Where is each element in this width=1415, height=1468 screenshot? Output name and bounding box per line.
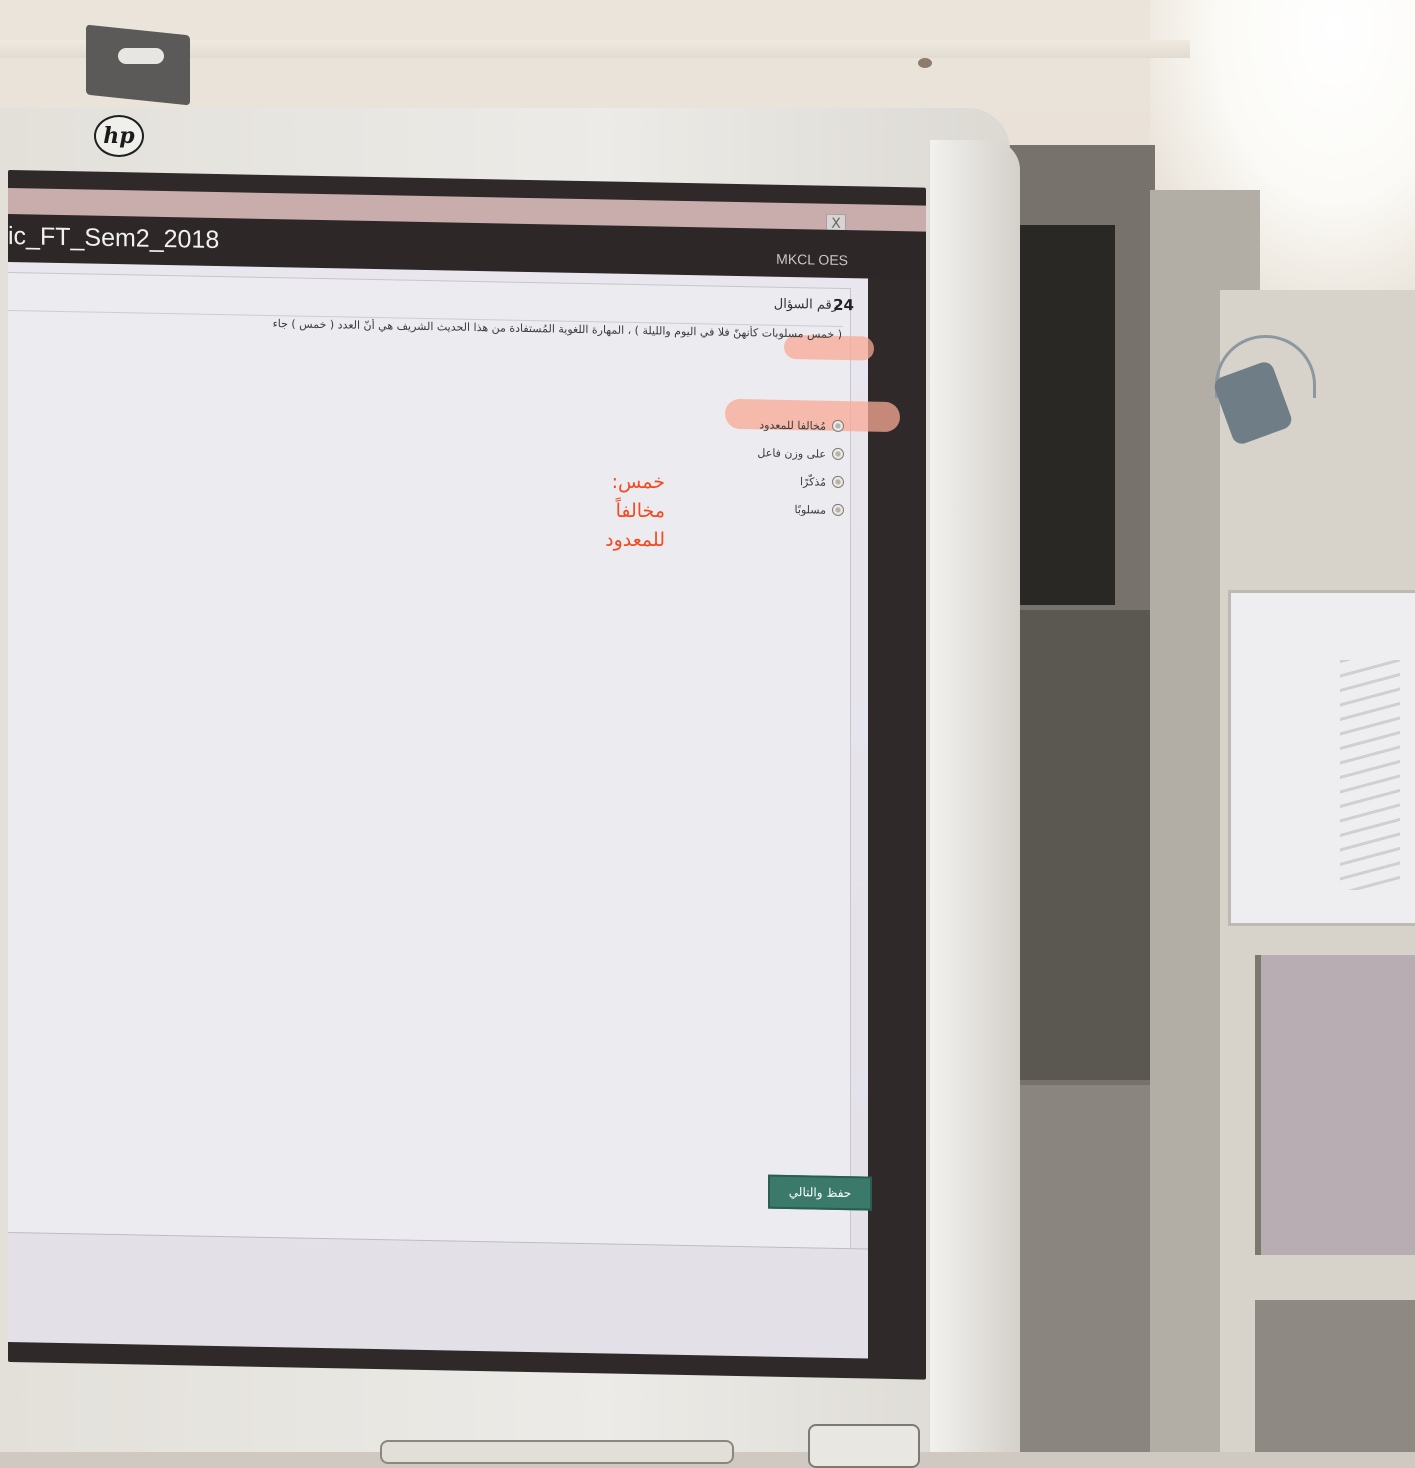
annotation-line: للمعدود (605, 529, 665, 551)
ceiling-fixture (918, 58, 932, 68)
radio-icon[interactable] (832, 419, 844, 433)
monitor-bezel-edge (930, 140, 1020, 1452)
annotation-line: خمس: (611, 471, 665, 493)
monitor-power-button[interactable] (808, 1424, 920, 1468)
exam-title: ic_FT_Sem2_2018 (8, 222, 220, 255)
monitor-screen: X ic_FT_Sem2_2018 MKCL OES رقم السؤال 24… (8, 170, 926, 1380)
whiteboard-writing (1340, 660, 1400, 890)
brand-label: MKCL OES (776, 250, 848, 269)
answer-option-label: مُخالفا للمعدود (759, 417, 826, 433)
answer-option[interactable]: على وزن فاعل (757, 438, 844, 468)
radio-icon[interactable] (832, 475, 844, 489)
question-number-label: رقم السؤال (773, 296, 838, 313)
answer-option-label: مُذكّرًا (799, 474, 826, 489)
annotation-line: مخالفاً (615, 500, 665, 522)
answer-option[interactable]: مُخالفا للمعدود (757, 410, 844, 440)
answer-options: مُخالفا للمعدود على وزن فاعل مُذكّرًا مس… (757, 410, 844, 524)
bracket-hole (118, 48, 164, 64)
monitor-bottom-edge (380, 1440, 734, 1464)
wall-bracket (86, 24, 190, 106)
background-desk (1255, 1300, 1415, 1452)
answer-option-label: مسلوبًا (794, 502, 826, 517)
radio-icon[interactable] (832, 503, 844, 517)
answer-annotation: خمس: مخالفاً للمعدود (565, 468, 665, 555)
question-panel (8, 272, 851, 1250)
question-number: 24 (833, 295, 854, 315)
background-monitor (1255, 955, 1415, 1255)
answer-option-label: على وزن فاعل (757, 445, 826, 461)
hp-logo-icon: hp (94, 115, 144, 157)
save-next-button[interactable]: حفظ والتالي (768, 1174, 872, 1211)
answer-option[interactable]: مُذكّرًا (757, 466, 844, 496)
radio-icon[interactable] (832, 447, 844, 461)
answer-option[interactable]: مسلوبًا (757, 494, 844, 524)
